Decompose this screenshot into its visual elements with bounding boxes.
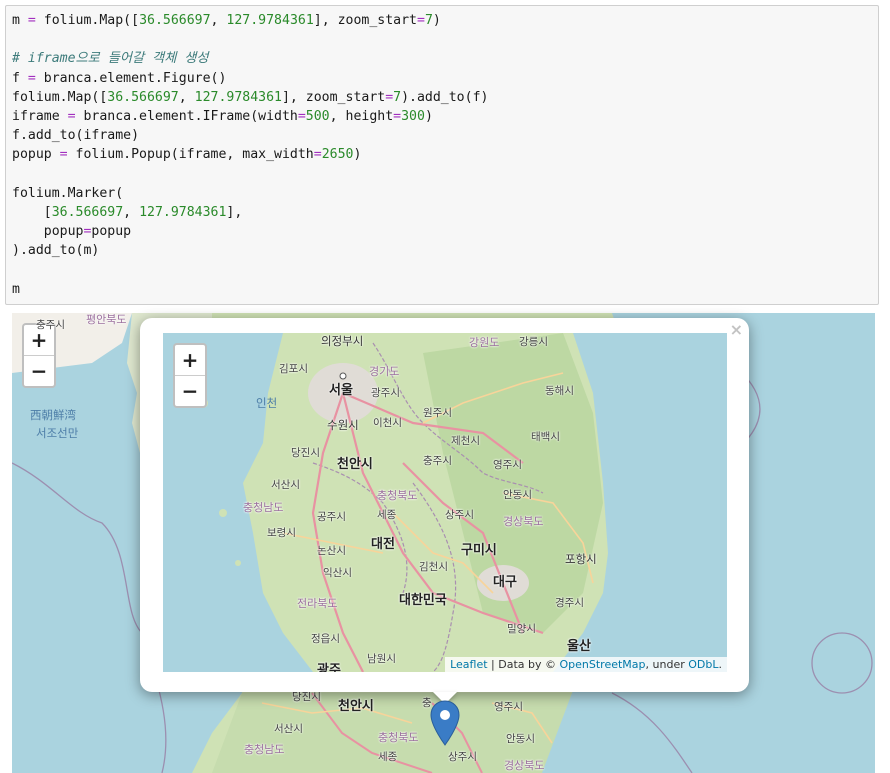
code-token: = xyxy=(27,70,36,86)
code-token: folium.Map([ xyxy=(35,13,140,28)
code-token: iframe xyxy=(12,109,68,125)
code-token: , height xyxy=(329,109,394,125)
code-token: 2650 xyxy=(321,147,354,163)
code-token: 7 xyxy=(424,13,433,28)
popup-zoom-in-button[interactable]: + xyxy=(175,345,205,375)
outer-zoom-in-button[interactable]: + xyxy=(24,325,54,355)
code-token: , xyxy=(210,13,227,28)
code-token: ).add_to(m) xyxy=(12,243,100,259)
code-token: = xyxy=(27,13,36,28)
code-token: = xyxy=(416,13,425,28)
code-token: = xyxy=(67,109,76,125)
map-marker-icon[interactable] xyxy=(430,700,460,746)
code-token: 7 xyxy=(393,89,402,105)
code-token: folium.Map([ xyxy=(12,89,108,105)
code-token: 36.566697 xyxy=(51,205,124,221)
odbl-link[interactable]: ODbL xyxy=(688,658,718,671)
code-token: m xyxy=(12,281,20,297)
code-token: folium.Popup(iframe, max_width xyxy=(67,147,314,163)
popup-zoom-control: + − xyxy=(173,343,207,408)
popup-zoom-out-button[interactable]: − xyxy=(175,375,205,406)
attribution-text: , under xyxy=(645,658,689,671)
code-token: [ xyxy=(12,205,52,221)
code-token: 127.9784361 xyxy=(194,89,282,105)
code-token: = xyxy=(313,147,322,163)
code-token: ) xyxy=(432,13,441,28)
popup-iframe-map[interactable]: + − 의정부시 강원도 강릉시 김포시 서울 경기도 인천 광주시 동해시 원… xyxy=(163,333,727,672)
code-token: branca.element.Figure() xyxy=(35,70,227,86)
code-token: popup xyxy=(91,224,132,240)
code-token: = xyxy=(385,89,394,105)
code-token: f xyxy=(12,70,28,86)
code-token: = xyxy=(393,109,402,125)
code-token: ], zoom_start xyxy=(281,89,386,105)
outer-zoom-control: + − xyxy=(22,323,56,388)
code-token: , xyxy=(178,89,195,105)
code-token: ], zoom_start xyxy=(313,13,417,28)
code-token: m xyxy=(12,13,28,28)
code-token: ).add_to(f) xyxy=(401,89,489,105)
code-token: popup xyxy=(12,224,84,240)
openstreetmap-link[interactable]: OpenStreetMap xyxy=(560,658,646,671)
code-token: 36.566697 xyxy=(139,13,211,28)
code-token: ) xyxy=(424,109,433,125)
popup-close-button[interactable]: × xyxy=(730,322,743,338)
code-token: 36.566697 xyxy=(107,89,179,105)
code-token: f.add_to(iframe) xyxy=(12,128,140,144)
outer-zoom-out-button[interactable]: − xyxy=(24,355,54,386)
code-token: popup xyxy=(12,147,60,163)
map-attribution: Leaflet | Data by © OpenStreetMap, under… xyxy=(445,657,727,672)
code-token: branca.element.IFrame(width xyxy=(75,109,298,125)
code-token: 127.9784361 xyxy=(226,13,314,28)
attribution-text: | Data by © xyxy=(487,658,560,671)
code-token: 500 xyxy=(305,109,330,125)
code-token: ) xyxy=(353,147,362,163)
code-token: 300 xyxy=(401,109,425,125)
iframe-map-tiles xyxy=(163,333,727,672)
code-token: folium.Marker( xyxy=(12,185,124,201)
code-token: 127.9784361 xyxy=(139,205,227,221)
code-editor[interactable]: m = folium.Map([36.566697, 127.9784361],… xyxy=(12,11,488,299)
code-token: # iframe으로 들어갈 객체 생성 xyxy=(12,51,209,67)
code-token: ], xyxy=(226,205,243,221)
code-cell[interactable]: m = folium.Map([36.566697, 127.9784361],… xyxy=(5,5,879,305)
code-token: = xyxy=(297,109,306,125)
code-token: = xyxy=(59,147,68,163)
code-token: , xyxy=(123,205,140,221)
leaflet-link[interactable]: Leaflet xyxy=(450,658,487,671)
attribution-text: . xyxy=(718,658,723,671)
